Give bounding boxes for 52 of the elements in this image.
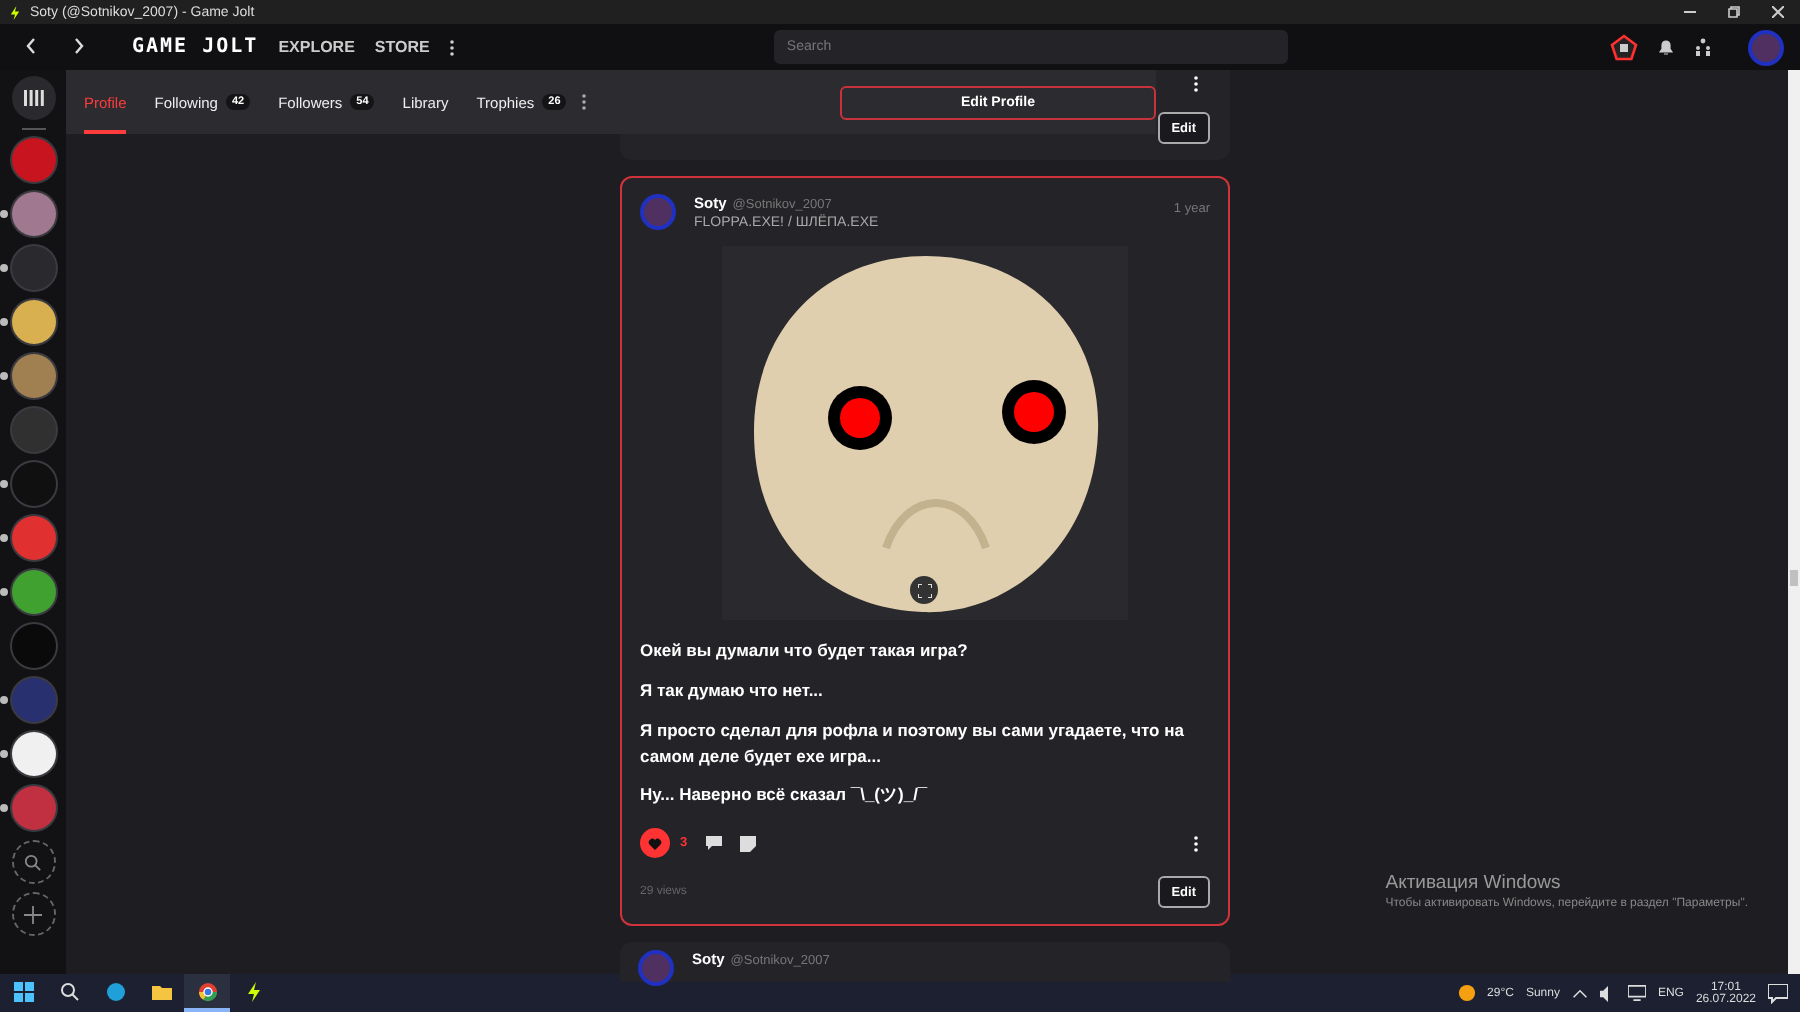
game-thumbnail[interactable] [11, 678, 55, 722]
library-icon[interactable] [11, 76, 55, 120]
game-thumbnail[interactable] [11, 570, 55, 614]
post-paragraph: Я просто сделал для рофла и поэтому вы сами угадаете, что на самом деле будет exe игра... [640, 717, 1186, 769]
sun-icon [1457, 984, 1476, 1002]
game-thumbnail[interactable] [11, 354, 55, 398]
game-thumbnail[interactable] [11, 408, 55, 452]
game-thumbnail[interactable] [11, 732, 55, 776]
chevron-up-icon [1571, 985, 1588, 1001]
expand-icon [917, 583, 931, 598]
game-thumbnail[interactable] [11, 786, 55, 830]
game-thumbnail[interactable] [11, 192, 55, 236]
people-icon[interactable] [1694, 38, 1712, 56]
post-paragraph: Окей вы думали что будет такая игра? [640, 638, 970, 664]
lightning-icon [8, 5, 22, 19]
game-thumbnail[interactable] [11, 300, 55, 344]
like-button[interactable] [640, 828, 670, 858]
browser-icon [105, 981, 125, 1001]
scrollbar[interactable] [1788, 70, 1800, 974]
game-thumbnail[interactable] [11, 138, 55, 182]
folder-icon [151, 981, 171, 1001]
game-thumbnail[interactable] [11, 246, 55, 290]
more-menu-button[interactable] [582, 94, 587, 110]
game-thumbnail[interactable] [11, 462, 55, 506]
notification-icon [1768, 983, 1788, 1003]
close-icon[interactable] [1772, 6, 1784, 18]
lightning-icon [243, 981, 263, 1001]
monitor-icon [1627, 984, 1646, 1002]
search-icon [24, 853, 42, 871]
taskbar-app[interactable] [184, 974, 230, 1012]
game-thumbnail[interactable] [11, 516, 55, 560]
add-button[interactable] [11, 892, 55, 936]
site-logo[interactable]: GAME JOLT [132, 36, 259, 58]
nav-link[interactable]: STORE [374, 38, 430, 56]
minimize-icon[interactable] [1684, 6, 1696, 18]
search-icon [59, 981, 79, 1001]
restore-icon[interactable] [1728, 6, 1740, 18]
notification-bell-icon[interactable] [1658, 38, 1674, 56]
browser-icon [197, 981, 217, 1001]
sticker-icon[interactable] [739, 835, 756, 851]
activation-title: Активация Windows [1385, 872, 1563, 894]
windows-logo-icon [13, 981, 33, 1001]
post-paragraph: Ну... Наверно всё сказал ¯\_(ツ)_/¯ [640, 782, 930, 808]
trophy-badge-icon[interactable] [1610, 33, 1638, 61]
heart-icon [648, 837, 662, 849]
more-menu-button[interactable] [449, 39, 454, 55]
comment-icon[interactable] [705, 836, 722, 850]
search-button[interactable] [11, 840, 55, 884]
game-thumbnail[interactable] [11, 624, 55, 668]
post-paragraph: Я так думаю что нет... [640, 678, 825, 704]
nav-link[interactable]: EXPLORE [278, 38, 355, 56]
plus-icon [24, 905, 42, 923]
